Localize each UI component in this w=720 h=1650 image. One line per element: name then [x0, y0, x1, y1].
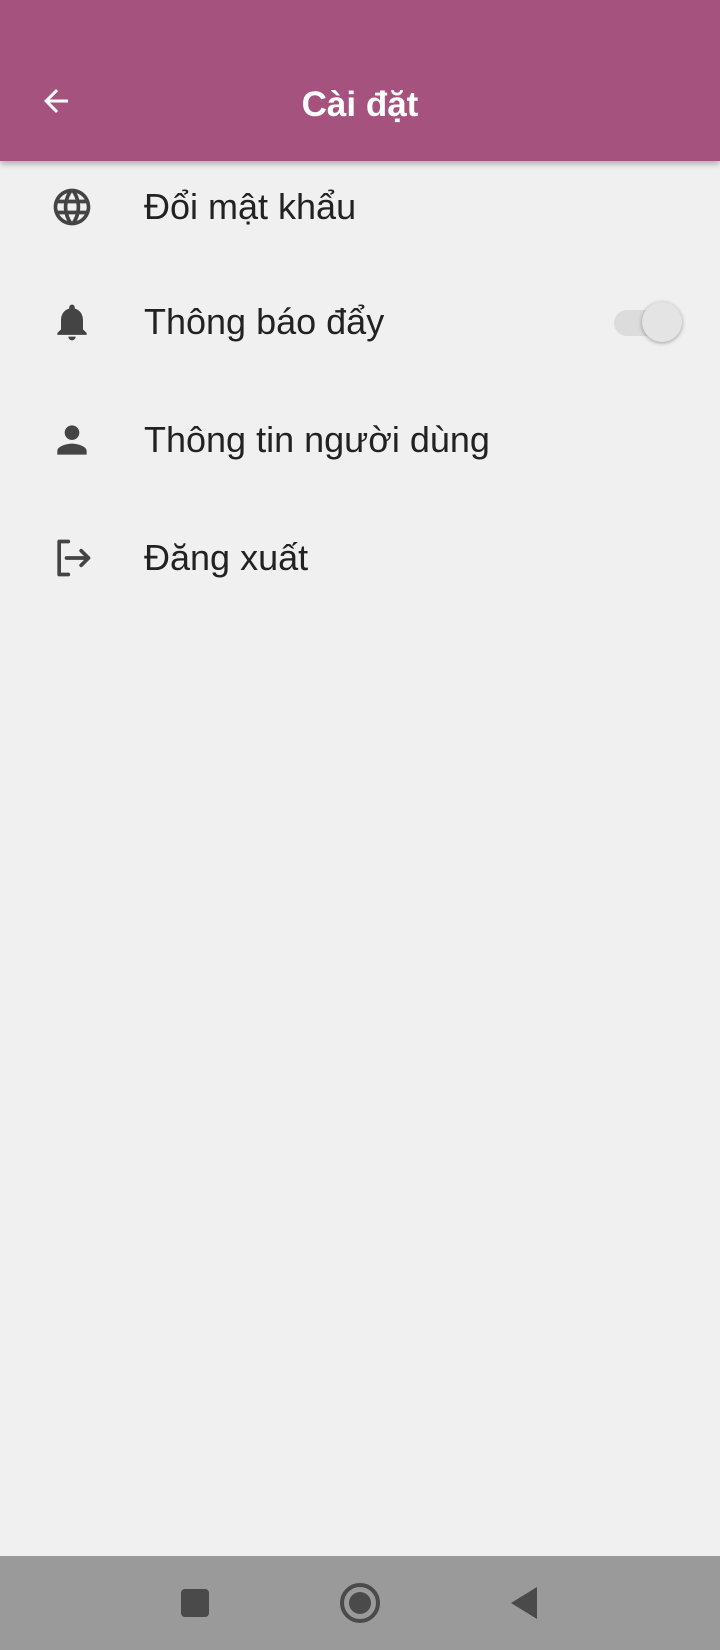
settings-item-logout[interactable]: Đăng xuất [0, 497, 720, 615]
settings-item-user-info[interactable]: Thông tin người dùng [0, 379, 720, 497]
settings-item-label: Thông tin người dùng [144, 419, 490, 460]
system-nav-bar [0, 1556, 720, 1650]
settings-item-label: Đăng xuất [144, 537, 309, 578]
recents-square-icon [181, 1589, 209, 1617]
home-circle-icon [340, 1583, 380, 1623]
back-triangle-icon [511, 1587, 537, 1619]
app-bar: Cài đặt [0, 0, 720, 161]
settings-item-change-password[interactable]: Đổi mật khẩu [0, 161, 720, 261]
person-icon [48, 416, 96, 464]
settings-list: Đổi mật khẩu Thông báo đẩy Thông tin ngư… [0, 161, 720, 615]
push-notifications-toggle[interactable] [612, 298, 686, 346]
bell-icon [48, 298, 96, 346]
recents-button[interactable] [171, 1579, 219, 1627]
toggle-thumb [642, 302, 682, 342]
settings-item-push-notifications[interactable]: Thông báo đẩy [0, 261, 720, 379]
logout-icon [48, 534, 96, 582]
system-back-button[interactable] [500, 1579, 548, 1627]
page-title: Cài đặt [301, 85, 419, 124]
settings-item-label: Thông báo đẩy [144, 301, 385, 342]
globe-icon [48, 183, 96, 231]
home-button[interactable] [336, 1579, 384, 1627]
settings-item-label: Đổi mật khẩu [144, 186, 357, 227]
